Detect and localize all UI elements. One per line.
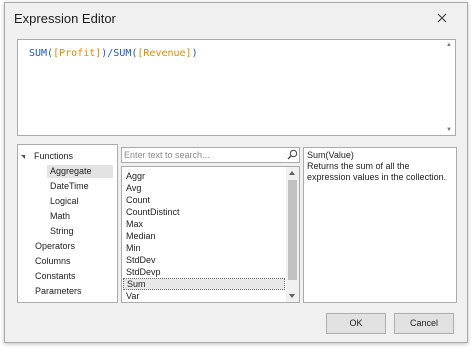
list-item-sum[interactable]: Sum bbox=[123, 278, 285, 290]
list-item-median[interactable]: Median bbox=[123, 230, 285, 242]
tree-item-label: Constants bbox=[35, 271, 76, 281]
tree-item-datetime[interactable]: DateTime bbox=[50, 180, 89, 193]
scroll-up-button[interactable] bbox=[286, 167, 299, 179]
ok-button[interactable]: OK bbox=[326, 313, 386, 334]
tree-item-aggregate[interactable]: Aggregate bbox=[47, 165, 113, 178]
tree-item-label: String bbox=[50, 226, 74, 236]
tree-item-label: Operators bbox=[35, 241, 76, 251]
list-item-max[interactable]: Max bbox=[123, 218, 285, 230]
description-title: Sum(Value) bbox=[307, 150, 354, 160]
expand-arrow-icon[interactable] bbox=[21, 155, 25, 159]
editor-scrollbar[interactable]: ▲ ▼ bbox=[444, 41, 454, 134]
expression-function: SUM( bbox=[29, 48, 54, 59]
expression-field-revenue: [Revenue] bbox=[137, 48, 192, 59]
expression-input[interactable]: SUM([Profit])/SUM([Revenue]) ▲ ▼ bbox=[17, 39, 456, 136]
list-scrollbar[interactable] bbox=[286, 167, 299, 302]
tree-item-string[interactable]: String bbox=[50, 225, 74, 238]
tree-item-label: Functions bbox=[34, 151, 74, 161]
tree-item-math[interactable]: Math bbox=[50, 210, 70, 223]
list-item-avg[interactable]: Avg bbox=[123, 182, 285, 194]
category-tree: Functions Aggregate DateTime Logical Mat… bbox=[17, 144, 118, 303]
tree-item-label: Aggregate bbox=[50, 166, 92, 176]
search-icon[interactable] bbox=[286, 149, 299, 161]
list-item-min[interactable]: Min bbox=[123, 242, 285, 254]
list-item-var[interactable]: Var bbox=[123, 290, 285, 302]
expression-operator: )/SUM( bbox=[101, 48, 138, 59]
tree-item-label: Logical bbox=[50, 196, 79, 206]
tree-item-columns[interactable]: Columns bbox=[35, 255, 71, 268]
tree-item-constants[interactable]: Constants bbox=[35, 270, 76, 283]
scroll-up-arrow-icon: ▲ bbox=[446, 42, 452, 48]
cancel-button[interactable]: Cancel bbox=[394, 313, 454, 334]
tree-item-label: Parameters bbox=[35, 286, 82, 296]
title-bar: Expression Editor bbox=[5, 3, 467, 33]
search-input[interactable] bbox=[124, 149, 284, 161]
list-item-stddev[interactable]: StdDev bbox=[123, 254, 285, 266]
list-item-count[interactable]: Count bbox=[123, 194, 285, 206]
expression-editor-dialog: Expression Editor SUM([Profit])/SUM([Rev… bbox=[4, 2, 468, 343]
tree-item-label: Math bbox=[50, 211, 71, 221]
close-icon bbox=[437, 13, 447, 23]
button-bar: OK Cancel bbox=[5, 309, 467, 342]
expression-field-profit: [Profit] bbox=[53, 48, 102, 59]
close-button[interactable] bbox=[427, 7, 457, 29]
function-list: Aggr Avg Count CountDistinct Max Median … bbox=[121, 166, 300, 303]
search-field bbox=[121, 147, 300, 163]
function-description: Sum(Value) Returns the sum of all the ex… bbox=[303, 147, 457, 303]
tree-item-logical[interactable]: Logical bbox=[50, 195, 79, 208]
expression-text: SUM([Profit])/SUM([Revenue]) bbox=[29, 48, 198, 59]
tree-item-operators[interactable]: Operators bbox=[35, 240, 75, 253]
tree-item-label: DateTime bbox=[50, 181, 89, 191]
scroll-down-arrow-icon: ▼ bbox=[446, 127, 452, 133]
list-item-countdistinct[interactable]: CountDistinct bbox=[123, 206, 285, 218]
scroll-thumb[interactable] bbox=[288, 180, 297, 280]
list-item-stddevp[interactable]: StdDevp bbox=[123, 266, 285, 278]
scroll-down-button[interactable] bbox=[286, 290, 299, 302]
dialog-title: Expression Editor bbox=[14, 11, 116, 26]
tree-item-label: Columns bbox=[35, 256, 71, 266]
description-text: Returns the sum of all the expression va… bbox=[307, 161, 447, 182]
list-item-aggr[interactable]: Aggr bbox=[123, 170, 285, 182]
tree-item-parameters[interactable]: Parameters bbox=[35, 285, 82, 298]
tree-item-functions[interactable]: Functions bbox=[18, 150, 117, 163]
expression-close-paren: ) bbox=[191, 48, 198, 59]
